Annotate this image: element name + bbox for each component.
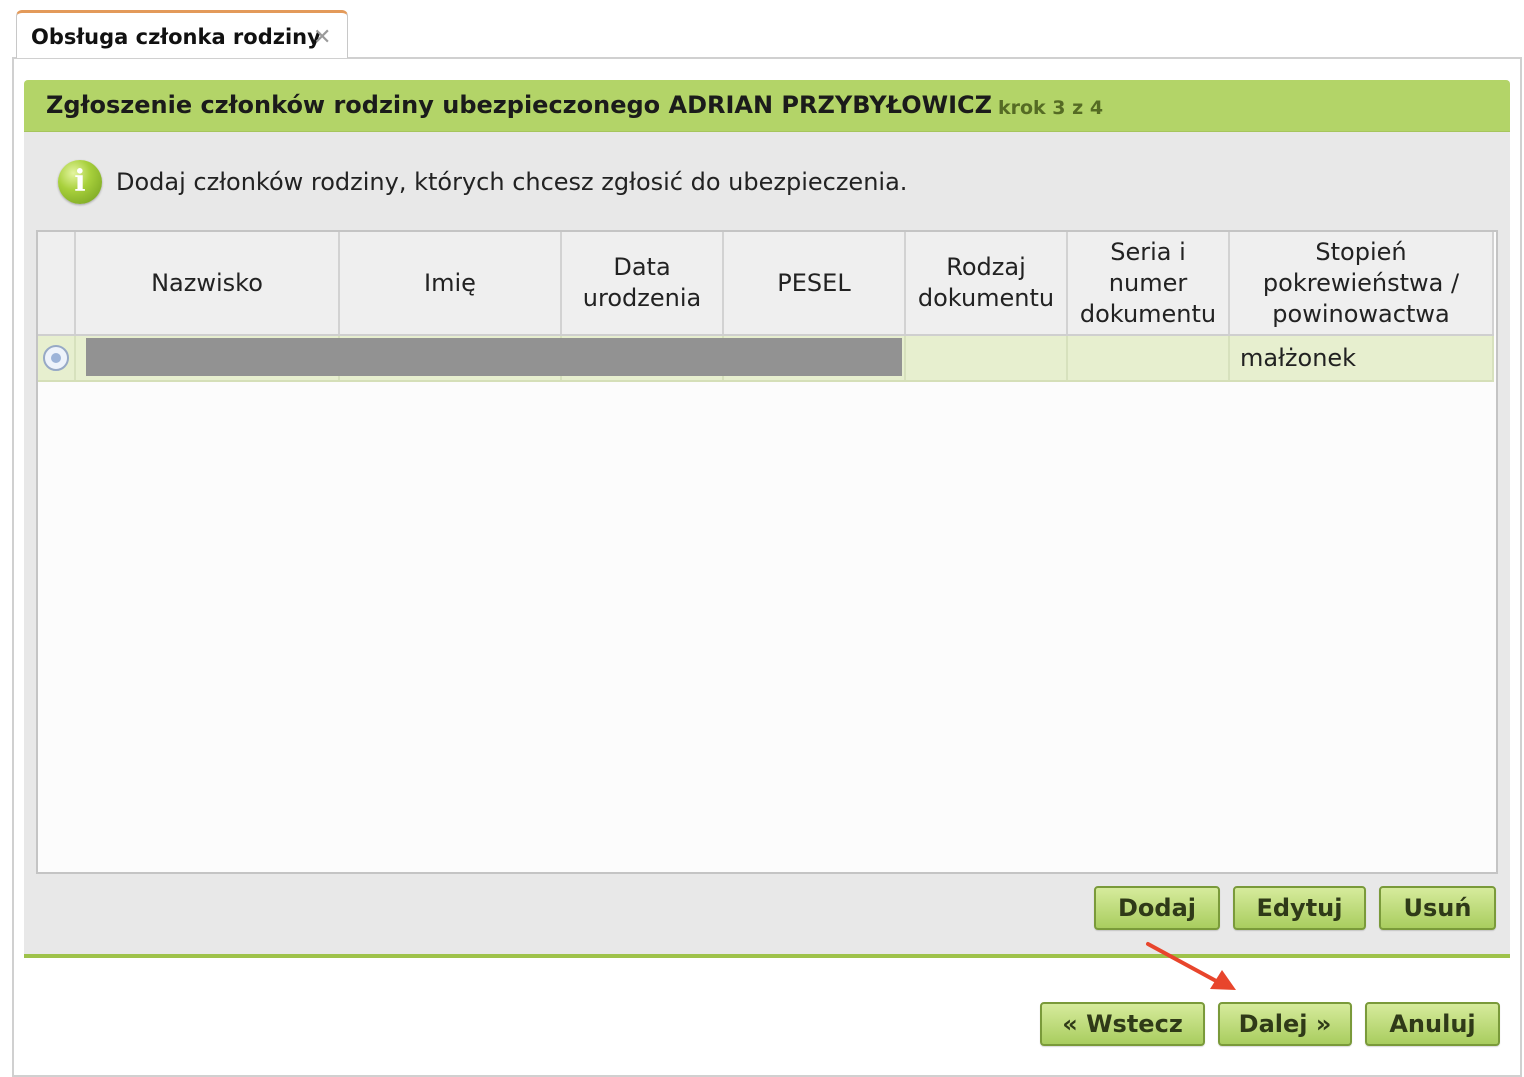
cell-rodzaj-dokumentu bbox=[906, 336, 1068, 380]
edit-button[interactable]: Edytuj bbox=[1233, 886, 1366, 930]
next-button[interactable]: Dalej » bbox=[1218, 1002, 1352, 1046]
column-header-nazwisko[interactable]: Nazwisko bbox=[76, 232, 340, 334]
column-header-stopien-pokrewienstwa[interactable]: Stopień pokrewieństwa / powinowactwa bbox=[1230, 232, 1494, 334]
annotation-arrow-icon bbox=[1146, 942, 1236, 990]
column-header-data-urodzenia[interactable]: Data urodzenia bbox=[562, 232, 724, 334]
panel-title: Zgłoszenie członków rodziny ubezpieczone… bbox=[46, 91, 993, 119]
delete-button[interactable]: Usuń bbox=[1379, 886, 1496, 930]
select-column-header bbox=[38, 232, 76, 334]
column-header-rodzaj-dokumentu[interactable]: Rodzaj dokumentu bbox=[906, 232, 1068, 334]
table-row[interactable]: małżonek bbox=[38, 336, 1494, 382]
tab-obsluga-czlonka-rodziny[interactable]: Obsługa członka rodziny ✕ bbox=[16, 10, 348, 58]
step-indicator: krok 3 z 4 bbox=[998, 97, 1104, 119]
column-header-imie[interactable]: Imię bbox=[340, 232, 562, 334]
info-message: Dodaj członków rodziny, których chcesz z… bbox=[116, 168, 908, 196]
cell-seria-numer bbox=[1068, 336, 1230, 380]
family-members-table: Nazwisko Imię Data urodzenia PESEL Rodza… bbox=[36, 230, 1498, 874]
back-button[interactable]: « Wstecz bbox=[1040, 1002, 1205, 1046]
column-header-seria-numer[interactable]: Seria i numer dokumentu bbox=[1068, 232, 1230, 334]
column-header-pesel[interactable]: PESEL bbox=[724, 232, 906, 334]
info-icon: i bbox=[58, 160, 102, 204]
redacted-block bbox=[86, 338, 902, 376]
row-radio-button[interactable] bbox=[43, 345, 69, 371]
row-select-cell bbox=[38, 336, 76, 380]
panel-header: Zgłoszenie członków rodziny ubezpieczone… bbox=[24, 80, 1510, 132]
family-members-panel: Zgłoszenie członków rodziny ubezpieczone… bbox=[24, 80, 1510, 958]
cancel-button[interactable]: Anuluj bbox=[1365, 1002, 1500, 1046]
table-header: Nazwisko Imię Data urodzenia PESEL Rodza… bbox=[38, 232, 1494, 336]
close-icon[interactable]: ✕ bbox=[313, 25, 331, 50]
tab-label: Obsługa członka rodziny bbox=[31, 25, 321, 49]
add-button[interactable]: Dodaj bbox=[1094, 886, 1220, 930]
cell-stopien-pokrewienstwa: małżonek bbox=[1230, 336, 1494, 380]
